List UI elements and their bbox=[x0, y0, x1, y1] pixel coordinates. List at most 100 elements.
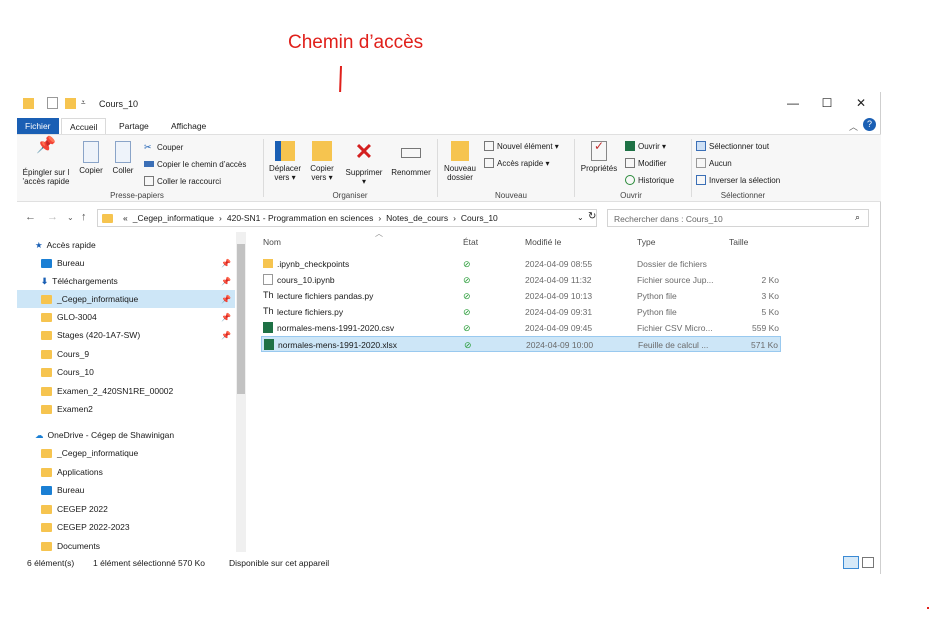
new-item-button[interactable]: Nouvel élément ▾ bbox=[484, 140, 559, 152]
open-button[interactable]: Ouvrir ▾ bbox=[625, 140, 666, 152]
properties-button[interactable]: ✓ Propriétés bbox=[578, 140, 620, 173]
file-date: 2024-04-09 08:55 bbox=[525, 259, 593, 269]
quick-access-button[interactable]: Accès rapide ▾ bbox=[484, 157, 549, 169]
copy-button[interactable]: Copier bbox=[77, 141, 105, 175]
pin-icon[interactable]: 📌 bbox=[221, 331, 231, 340]
refresh-icon[interactable]: ↻ bbox=[588, 211, 596, 222]
copy-path-button[interactable]: Copier le chemin d’accès bbox=[144, 158, 246, 170]
sidebar-item-telechargements[interactable]: ⬇ Téléchargements 📌 bbox=[17, 272, 235, 290]
file-row[interactable]: normales-mens-1991-2020.csv ⊘ 2024-04-09… bbox=[261, 320, 781, 336]
file-row[interactable]: Th lecture fichiers pandas.py ⊘ 2024-04-… bbox=[261, 288, 781, 304]
select-none-button[interactable]: Aucun bbox=[696, 157, 732, 169]
sidebar-label: Documents bbox=[57, 541, 100, 551]
column-header-modifie[interactable]: Modifié le bbox=[525, 237, 561, 247]
folder-icon bbox=[41, 504, 52, 514]
invert-selection-button[interactable]: Inverser la sélection bbox=[696, 174, 780, 186]
sidebar-od-item[interactable]: Applications bbox=[17, 463, 235, 481]
sidebar-item-stages[interactable]: Stages (420-1A7-SW) 📌 bbox=[17, 326, 235, 344]
sidebar-scroll-thumb[interactable] bbox=[237, 244, 245, 394]
sidebar-item-glo-3004[interactable]: GLO-3004 📌 bbox=[17, 308, 235, 326]
copy-folder-icon bbox=[312, 141, 332, 161]
column-header-taille[interactable]: Taille bbox=[729, 237, 748, 247]
sidebar-item-examen-2[interactable]: Examen_2_420SN1RE_00002 bbox=[17, 382, 235, 400]
back-arrow-icon[interactable]: ← bbox=[25, 211, 36, 223]
folder-icon bbox=[41, 522, 52, 532]
file-row[interactable]: Th lecture fichiers.py ⊘ 2024-04-09 09:3… bbox=[261, 304, 781, 320]
file-row[interactable]: cours_10.ipynb ⊘ 2024-04-09 11:32 Fichie… bbox=[261, 272, 781, 288]
cut-label: Couper bbox=[157, 142, 184, 152]
cut-button[interactable]: ✂ Couper bbox=[144, 141, 183, 153]
column-header-type[interactable]: Type bbox=[637, 237, 655, 247]
new-folder-button[interactable]: Nouveau dossier bbox=[441, 141, 479, 182]
sidebar-od-item[interactable]: _Cegep_informatique bbox=[17, 444, 235, 462]
help-icon[interactable]: ? bbox=[863, 118, 876, 131]
pin-icon[interactable]: 📌 bbox=[221, 295, 231, 304]
delete-label: Supprimer ▾ bbox=[345, 168, 383, 186]
address-dropdown-icon[interactable]: ⌄ bbox=[577, 213, 584, 222]
minimize-button[interactable]: — bbox=[783, 96, 803, 112]
maximize-button[interactable]: ☐ bbox=[817, 96, 837, 112]
close-button[interactable]: ✕ bbox=[851, 96, 871, 112]
pin-icon[interactable]: 📌 bbox=[221, 277, 231, 286]
sidebar-od-item[interactable]: CEGEP 2022 bbox=[17, 500, 235, 518]
tab-partage[interactable]: Partage bbox=[111, 118, 157, 134]
desktop-icon bbox=[41, 485, 52, 495]
breadcrumb-2[interactable]: Notes_de_cours bbox=[386, 213, 448, 223]
tab-affichage[interactable]: Affichage bbox=[163, 118, 214, 134]
breadcrumb-3[interactable]: Cours_10 bbox=[461, 213, 498, 223]
file-row[interactable]: .ipynb_checkpoints ⊘ 2024-04-09 08:55 Do… bbox=[261, 256, 781, 272]
delete-button[interactable]: ✕ Supprimer ▾ bbox=[343, 141, 385, 187]
tab-accueil[interactable]: Accueil bbox=[61, 118, 107, 134]
python-file-icon: Th bbox=[263, 290, 274, 300]
file-size: 5 Ko bbox=[761, 307, 780, 317]
file-row-selected[interactable]: normales-mens-1991-2020.xlsx ⊘ 2024-04-0… bbox=[261, 336, 781, 352]
breadcrumb-0[interactable]: _Cegep_informatique bbox=[133, 213, 214, 223]
sidebar-od-item[interactable]: Documents bbox=[17, 537, 235, 552]
edit-button[interactable]: Modifier bbox=[625, 157, 666, 169]
properties-icon[interactable] bbox=[47, 97, 58, 109]
new-folder-quick-icon[interactable] bbox=[65, 98, 76, 109]
paste-button[interactable]: Coller bbox=[109, 141, 137, 175]
synced-icon: ⊘ bbox=[463, 275, 471, 285]
sidebar-item-cegep-informatique[interactable]: _Cegep_informatique 📌 bbox=[17, 290, 235, 308]
address-bar[interactable]: « _Cegep_informatique › 420-SN1 - Progra… bbox=[97, 209, 597, 227]
rename-button[interactable]: Renommer bbox=[389, 141, 433, 177]
search-input[interactable]: Rechercher dans : Cours_10 bbox=[607, 209, 869, 227]
column-header-etat[interactable]: État bbox=[463, 237, 478, 247]
file-date: 2024-04-09 10:13 bbox=[525, 291, 593, 301]
sidebar-od-item[interactable]: CEGEP 2022-2023 bbox=[17, 518, 235, 536]
move-to-button[interactable]: Déplacer vers ▾ bbox=[267, 141, 303, 182]
column-header-nom[interactable]: Nom bbox=[263, 237, 281, 247]
details-view-icon[interactable] bbox=[843, 556, 859, 569]
chevron-up-icon[interactable]: ︿ bbox=[849, 120, 858, 133]
file-size: 2 Ko bbox=[761, 275, 780, 285]
sidebar-quick-access[interactable]: ★ Accès rapide bbox=[35, 236, 249, 254]
sidebar-item-examen2[interactable]: Examen2 bbox=[17, 400, 235, 418]
up-arrow-icon[interactable]: ↑ bbox=[81, 211, 87, 223]
pin-icon[interactable]: 📌 bbox=[221, 313, 231, 322]
sidebar-item-cours-10[interactable]: Cours_10 bbox=[17, 363, 235, 381]
synced-icon: ⊘ bbox=[463, 307, 471, 317]
pin-quick-access-button[interactable]: 📌 Épingler sur l 'accès rapide bbox=[20, 138, 72, 187]
select-all-button[interactable]: Sélectionner tout bbox=[696, 140, 769, 152]
large-icons-view-icon[interactable] bbox=[862, 557, 874, 568]
copy-to-button[interactable]: Copier vers ▾ bbox=[307, 141, 337, 182]
forward-arrow-icon[interactable]: → bbox=[47, 211, 58, 223]
address-overflow[interactable]: « bbox=[123, 213, 128, 223]
sidebar-item-cours-9[interactable]: Cours_9 bbox=[17, 345, 235, 363]
file-icon bbox=[263, 274, 273, 285]
sidebar-item-bureau[interactable]: Bureau 📌 bbox=[17, 254, 235, 272]
sidebar-label: CEGEP 2022 bbox=[57, 504, 108, 514]
history-button[interactable]: Historique bbox=[625, 174, 674, 186]
customize-quick-access-icon[interactable]: ⩡ bbox=[81, 98, 86, 108]
open-label: Ouvrir ▾ bbox=[638, 141, 667, 151]
breadcrumb-1[interactable]: 420-SN1 - Programmation en sciences bbox=[227, 213, 373, 223]
item-count: 6 élément(s) bbox=[27, 558, 75, 568]
chevron-down-icon[interactable]: ⌄ bbox=[67, 213, 74, 222]
sidebar-od-item[interactable]: Bureau bbox=[17, 481, 235, 499]
pin-icon[interactable]: 📌 bbox=[221, 259, 231, 268]
tab-fichier[interactable]: Fichier bbox=[17, 118, 59, 134]
paste-shortcut-button[interactable]: Coller le raccourci bbox=[144, 175, 221, 187]
file-name: normales-mens-1991-2020.csv bbox=[277, 323, 395, 333]
sidebar-onedrive[interactable]: ☁ OneDrive - Cégep de Shawinigan bbox=[17, 426, 235, 444]
